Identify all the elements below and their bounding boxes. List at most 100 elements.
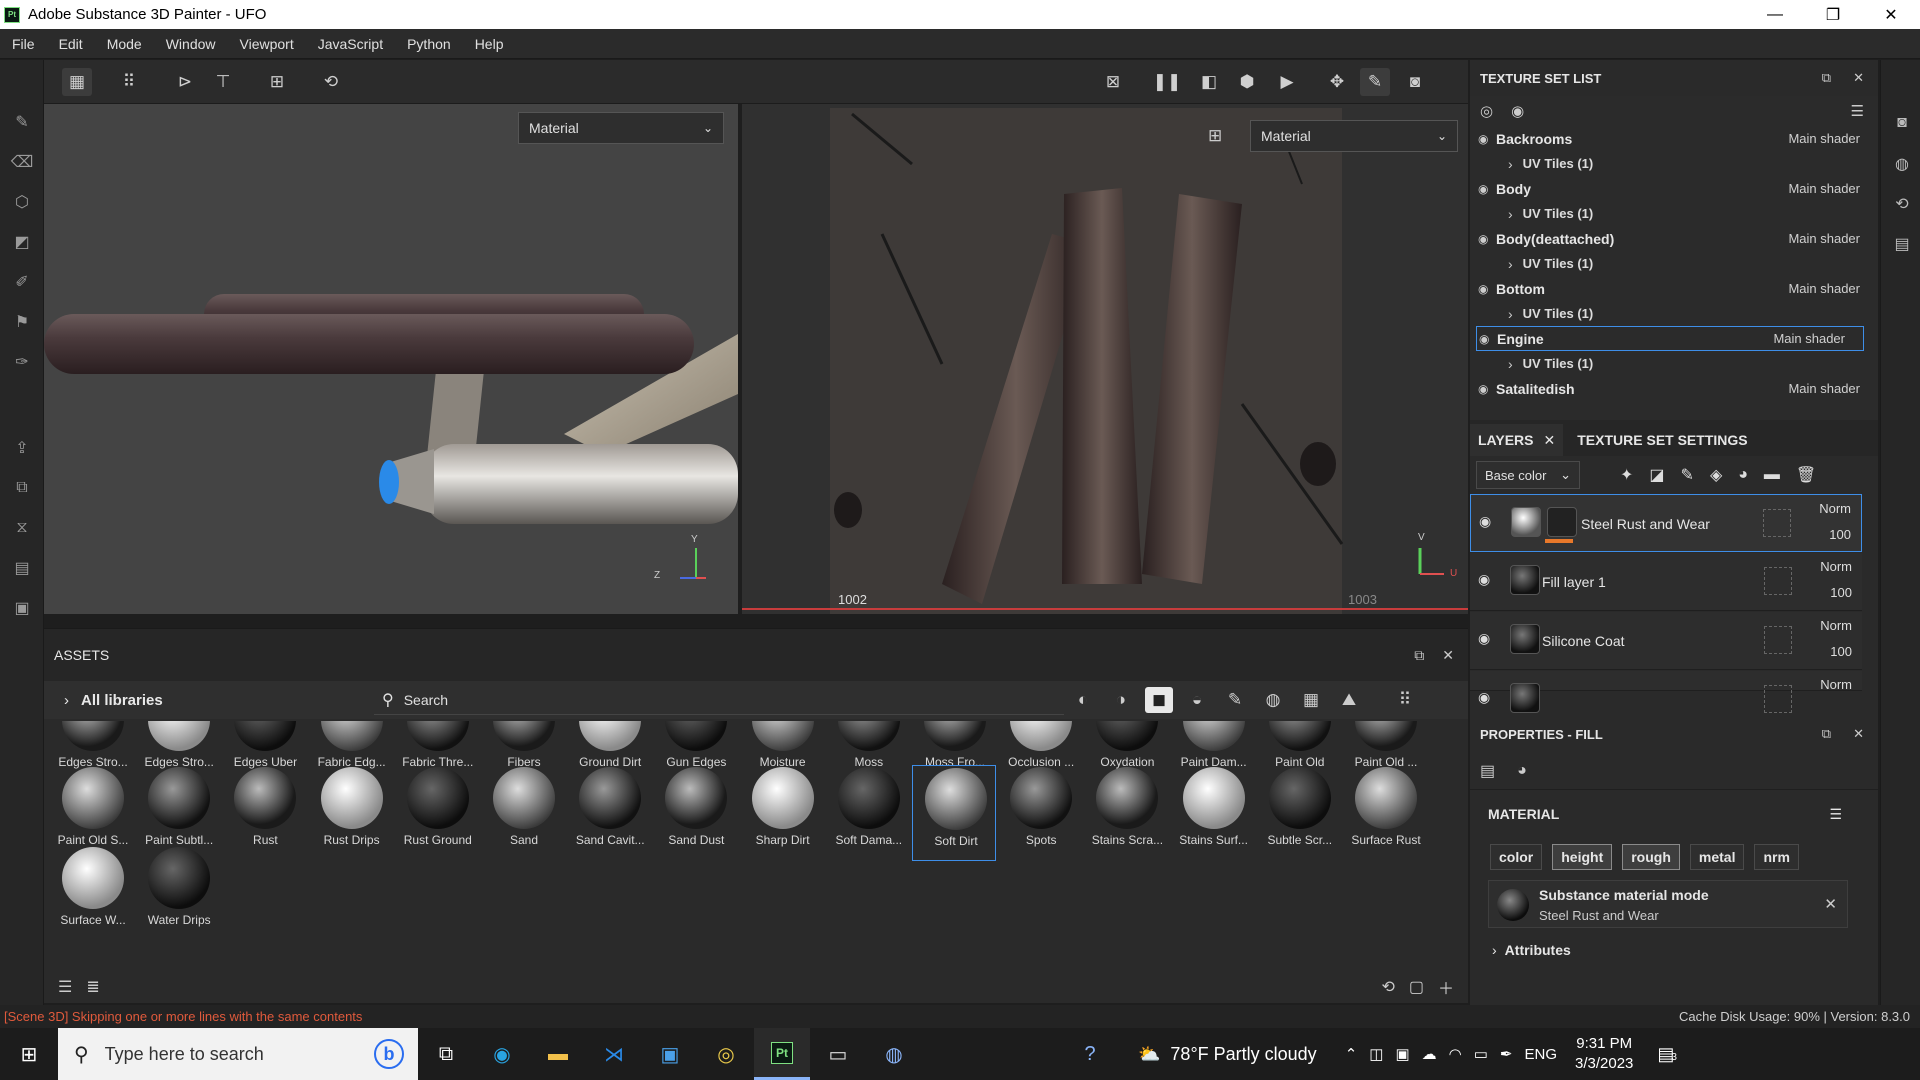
visual-studio-icon[interactable]: ⋊ <box>586 1028 642 1080</box>
asset-tile[interactable]: Spots <box>998 765 1082 861</box>
layer-blend-mode[interactable]: Norm <box>1819 501 1851 516</box>
asset-tile[interactable]: Sand <box>481 765 565 861</box>
menu-window[interactable]: Window <box>154 36 228 52</box>
color-picker-icon[interactable]: ✑ <box>10 350 34 374</box>
file-explorer-icon[interactable]: ▬ <box>530 1028 586 1080</box>
layer-opacity[interactable]: 100 <box>1830 585 1852 600</box>
texture-set-shader[interactable]: Main shader <box>1788 131 1860 146</box>
paint-brush-icon[interactable]: ✎ <box>10 110 34 134</box>
menu-mode[interactable]: Mode <box>95 36 154 52</box>
layout-grid-icon[interactable]: ⠿ <box>114 68 144 96</box>
add-smart-material-icon[interactable]: ◕ <box>1738 466 1748 484</box>
menu-file[interactable]: File <box>0 36 47 52</box>
tab-layers[interactable]: LAYERS ✕ <box>1470 424 1564 456</box>
symmetry-x-icon[interactable]: ⊳ <box>170 68 200 96</box>
viewport-2d[interactable]: 1002 1003 ⊞ Material ⌄ V U <box>742 104 1468 614</box>
layer-mask-thumbnail[interactable] <box>1547 507 1577 537</box>
clone-stamp-icon[interactable]: ⚑ <box>10 310 34 334</box>
texture-set-row[interactable]: ◉ Bottom Main shader <box>1470 276 1878 301</box>
display-tray-icon[interactable]: ▣ <box>1395 1045 1409 1063</box>
log-icon[interactable]: ▤ <box>1891 234 1913 256</box>
viewport-3d-channel-select[interactable]: Material ⌄ <box>518 112 724 144</box>
symmetry-y-icon[interactable]: ⊤ <box>208 68 238 96</box>
minimize-button[interactable]: — <box>1746 0 1804 29</box>
layer-mask-slot[interactable] <box>1764 626 1792 654</box>
chevron-up-icon[interactable]: ⌃ <box>1345 1045 1358 1063</box>
add-folder-icon[interactable]: ▬ <box>1764 466 1780 484</box>
asset-tile[interactable]: Sand Cavit... <box>567 765 651 861</box>
channel-toggle-rough[interactable]: rough <box>1622 844 1680 870</box>
layer-blend-mode[interactable]: Norm <box>1820 559 1852 574</box>
layer-row[interactable]: ◉ Silicone Coat Norm 100 <box>1470 612 1862 670</box>
list-view-icon[interactable]: ☰ <box>58 977 72 997</box>
close-panel-icon[interactable]: ✕ <box>1853 726 1864 742</box>
texture-set-shader[interactable]: Main shader <box>1788 181 1860 196</box>
transform-icon[interactable]: ✥ <box>1322 68 1352 96</box>
projection-icon[interactable]: ⬡ <box>10 190 34 214</box>
eye-icon[interactable]: ◉ <box>1478 689 1490 706</box>
battery-icon[interactable]: ▭ <box>1474 1045 1488 1063</box>
windows-start-icon[interactable]: ⊞ <box>0 1042 58 1067</box>
viewport-2d-channel-select[interactable]: Material ⌄ <box>1250 120 1458 152</box>
filter-environments-icon[interactable]: ⛰ <box>1330 690 1368 710</box>
eye-icon[interactable]: ◉ <box>1478 132 1496 146</box>
asset-tile[interactable]: Rust <box>222 765 306 861</box>
onedrive-icon[interactable]: ☁ <box>1422 1045 1437 1063</box>
filter-smart-materials-icon[interactable]: ◑ <box>1102 690 1140 710</box>
texture-set-row[interactable]: ◉ Satalitedish Main shader <box>1470 376 1878 401</box>
eye-icon[interactable]: ◉ <box>1478 571 1490 588</box>
filter-textures-icon[interactable]: ◍ <box>1254 690 1292 710</box>
filter-smart-masks-icon[interactable]: ◼ <box>1145 687 1173 713</box>
asset-tile[interactable]: Surface W... <box>50 845 134 941</box>
menu-javascript[interactable]: JavaScript <box>306 36 395 52</box>
layer-mask-slot[interactable] <box>1764 567 1792 595</box>
uv-tiles-row[interactable]: › UV Tiles (1) <box>1470 251 1878 276</box>
channel-toggle-height[interactable]: height <box>1552 844 1613 870</box>
learn-icon[interactable]: ▣ <box>10 596 34 620</box>
terminal-icon[interactable]: ▭ <box>810 1028 866 1080</box>
layer-opacity[interactable]: 100 <box>1829 527 1851 542</box>
filter-brushes-icon[interactable]: ✎ <box>1216 690 1254 710</box>
chevron-right-icon[interactable]: › <box>1508 206 1513 222</box>
filter-grid-icon[interactable]: ▦ <box>1292 690 1330 710</box>
reset-view-icon[interactable]: ⟲ <box>316 68 346 96</box>
texture-set-shader[interactable]: Main shader <box>1773 331 1845 346</box>
asset-tile[interactable]: Sand Dust <box>653 765 737 861</box>
new-folder-icon[interactable]: ▢ <box>1409 977 1424 997</box>
close-button[interactable]: ✕ <box>1862 0 1920 29</box>
layer-blend-mode[interactable]: Norm <box>1820 677 1852 692</box>
shader-settings-icon[interactable]: ◍ <box>1891 154 1913 176</box>
eye-icon[interactable]: ◉ <box>1478 282 1496 296</box>
viewport-3d[interactable]: Material ⌄ Y Z <box>44 104 738 614</box>
uv-tiles-row[interactable]: › UV Tiles (1) <box>1470 351 1878 376</box>
add-mask-icon[interactable]: ◪ <box>1649 465 1664 485</box>
eye-icon[interactable]: ◉ <box>1479 513 1491 530</box>
attributes-section[interactable]: › Attributes <box>1470 942 1878 958</box>
camera-icon[interactable]: ▶ <box>1272 68 1302 96</box>
texture-set-row[interactable]: ◉ Engine Main shader <box>1476 326 1864 351</box>
refresh-icon[interactable]: ⟲ <box>1381 977 1394 997</box>
layer-mask-slot[interactable] <box>1763 509 1791 537</box>
clock[interactable]: 9:31 PM 3/3/2023 <box>1575 1034 1633 1074</box>
document-icon[interactable]: ▤ <box>10 556 34 580</box>
substance-material-mode[interactable]: Substance material mode Steel Rust and W… <box>1488 880 1848 928</box>
notification-center-icon[interactable]: ▤ 3 <box>1657 1044 1677 1065</box>
maximize-button[interactable]: ❐ <box>1804 0 1862 29</box>
timer-icon[interactable]: ⧖ <box>10 516 34 540</box>
edge-icon[interactable]: ◉ <box>474 1028 530 1080</box>
filter-procedurals-icon[interactable]: ◒ <box>1178 690 1216 710</box>
menu-icon[interactable]: ☰ <box>1851 102 1864 120</box>
layer-row[interactable]: ◉ Fill layer 1 Norm 100 <box>1470 553 1862 611</box>
layer-blend-mode[interactable]: Norm <box>1820 618 1852 633</box>
steam-icon[interactable]: ◍ <box>866 1028 922 1080</box>
eye-icon[interactable]: ◉ <box>1478 382 1496 396</box>
export-icon[interactable]: ⇪ <box>10 436 34 460</box>
assets-search-field[interactable]: ⚲ Search <box>374 685 1064 715</box>
close-panel-icon[interactable]: ✕ <box>1853 70 1864 86</box>
visibility-toggle-icon[interactable]: ◎ <box>1480 102 1493 120</box>
add-fill-layer-icon[interactable]: ◈ <box>1710 465 1722 485</box>
cube-icon[interactable]: ⬢ <box>1232 68 1262 96</box>
layer-row[interactable]: ◉ Norm <box>1470 671 1862 713</box>
eye-icon[interactable]: ◉ <box>1479 332 1497 346</box>
hide-selection-icon[interactable]: ⊠ <box>1098 68 1128 96</box>
